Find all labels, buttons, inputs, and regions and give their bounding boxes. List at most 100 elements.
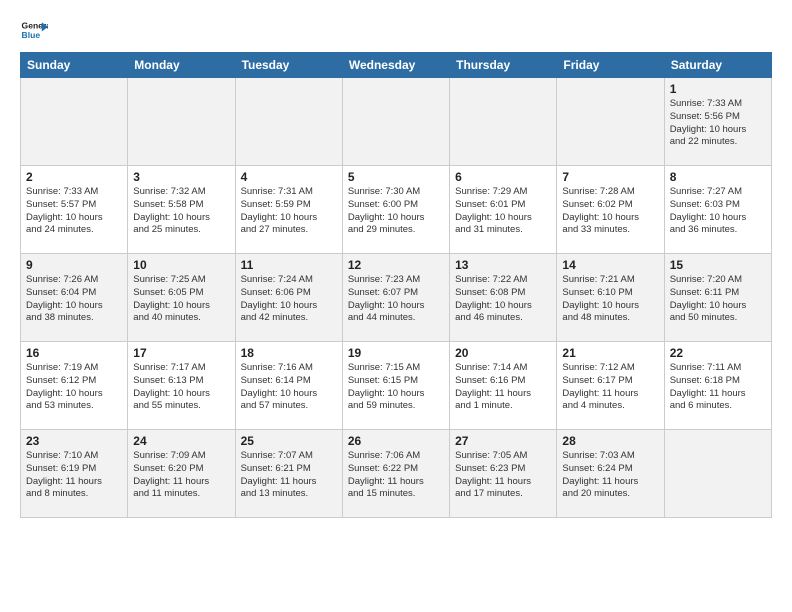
day-info: Sunrise: 7:26 AMSunset: 6:04 PMDaylight:… bbox=[26, 274, 122, 325]
day-info: Sunrise: 7:27 AMSunset: 6:03 PMDaylight:… bbox=[670, 186, 766, 237]
day-number: 8 bbox=[670, 170, 766, 184]
weekday-sunday: Sunday bbox=[21, 53, 128, 78]
day-info: Sunrise: 7:19 AMSunset: 6:12 PMDaylight:… bbox=[26, 362, 122, 413]
day-number: 9 bbox=[26, 258, 122, 272]
day-number: 24 bbox=[133, 434, 229, 448]
day-info: Sunrise: 7:29 AMSunset: 6:01 PMDaylight:… bbox=[455, 186, 551, 237]
day-info: Sunrise: 7:32 AMSunset: 5:58 PMDaylight:… bbox=[133, 186, 229, 237]
day-info: Sunrise: 7:17 AMSunset: 6:13 PMDaylight:… bbox=[133, 362, 229, 413]
calendar-cell: 17 Sunrise: 7:17 AMSunset: 6:13 PMDayligh… bbox=[128, 342, 235, 430]
day-number: 1 bbox=[670, 82, 766, 96]
day-info: Sunrise: 7:14 AMSunset: 6:16 PMDaylight:… bbox=[455, 362, 551, 413]
calendar-cell bbox=[342, 78, 449, 166]
weekday-monday: Monday bbox=[128, 53, 235, 78]
day-info: Sunrise: 7:20 AMSunset: 6:11 PMDaylight:… bbox=[670, 274, 766, 325]
day-number: 4 bbox=[241, 170, 337, 184]
calendar-cell: 11 Sunrise: 7:24 AMSunset: 6:06 PMDayligh… bbox=[235, 254, 342, 342]
calendar-cell: 23 Sunrise: 7:10 AMSunset: 6:19 PMDayligh… bbox=[21, 430, 128, 518]
day-number: 6 bbox=[455, 170, 551, 184]
day-info: Sunrise: 7:30 AMSunset: 6:00 PMDaylight:… bbox=[348, 186, 444, 237]
day-number: 7 bbox=[562, 170, 658, 184]
day-number: 21 bbox=[562, 346, 658, 360]
day-number: 14 bbox=[562, 258, 658, 272]
day-info: Sunrise: 7:03 AMSunset: 6:24 PMDaylight:… bbox=[562, 450, 658, 501]
week-row-1: 1Sunrise: 7:33 AMSunset: 5:56 PMDaylight… bbox=[21, 78, 772, 166]
day-number: 20 bbox=[455, 346, 551, 360]
day-info: Sunrise: 7:31 AMSunset: 5:59 PMDaylight:… bbox=[241, 186, 337, 237]
day-info: Sunrise: 7:22 AMSunset: 6:08 PMDaylight:… bbox=[455, 274, 551, 325]
calendar-cell: 22 Sunrise: 7:11 AMSunset: 6:18 PMDayligh… bbox=[664, 342, 771, 430]
calendar-cell: 14 Sunrise: 7:21 AMSunset: 6:10 PMDayligh… bbox=[557, 254, 664, 342]
day-number: 18 bbox=[241, 346, 337, 360]
weekday-wednesday: Wednesday bbox=[342, 53, 449, 78]
day-info: Sunrise: 7:12 AMSunset: 6:17 PMDaylight:… bbox=[562, 362, 658, 413]
calendar-cell: 8 Sunrise: 7:27 AMSunset: 6:03 PMDaylight… bbox=[664, 166, 771, 254]
day-number: 15 bbox=[670, 258, 766, 272]
day-info: Sunrise: 7:33 AMSunset: 5:57 PMDaylight:… bbox=[26, 186, 122, 237]
day-info: Sunrise: 7:09 AMSunset: 6:20 PMDaylight:… bbox=[133, 450, 229, 501]
day-info: Sunrise: 7:11 AMSunset: 6:18 PMDaylight:… bbox=[670, 362, 766, 413]
header: General Blue bbox=[20, 16, 772, 44]
day-number: 3 bbox=[133, 170, 229, 184]
day-info: Sunrise: 7:25 AMSunset: 6:05 PMDaylight:… bbox=[133, 274, 229, 325]
page: General Blue SundayMondayTuesdayWednesda… bbox=[0, 0, 792, 528]
calendar-cell: 21 Sunrise: 7:12 AMSunset: 6:17 PMDayligh… bbox=[557, 342, 664, 430]
calendar-cell: 27 Sunrise: 7:05 AMSunset: 6:23 PMDayligh… bbox=[450, 430, 557, 518]
calendar-cell: 6 Sunrise: 7:29 AMSunset: 6:01 PMDaylight… bbox=[450, 166, 557, 254]
calendar-cell: 13 Sunrise: 7:22 AMSunset: 6:08 PMDayligh… bbox=[450, 254, 557, 342]
calendar-cell: 15 Sunrise: 7:20 AMSunset: 6:11 PMDayligh… bbox=[664, 254, 771, 342]
day-number: 12 bbox=[348, 258, 444, 272]
day-info: Sunrise: 7:24 AMSunset: 6:06 PMDaylight:… bbox=[241, 274, 337, 325]
calendar-cell: 1Sunrise: 7:33 AMSunset: 5:56 PMDaylight… bbox=[664, 78, 771, 166]
day-number: 27 bbox=[455, 434, 551, 448]
calendar-cell: 2 Sunrise: 7:33 AMSunset: 5:57 PMDaylight… bbox=[21, 166, 128, 254]
week-row-5: 23 Sunrise: 7:10 AMSunset: 6:19 PMDayligh… bbox=[21, 430, 772, 518]
day-info: Sunrise: 7:10 AMSunset: 6:19 PMDaylight:… bbox=[26, 450, 122, 501]
calendar-cell: 18 Sunrise: 7:16 AMSunset: 6:14 PMDayligh… bbox=[235, 342, 342, 430]
weekday-friday: Friday bbox=[557, 53, 664, 78]
day-number: 22 bbox=[670, 346, 766, 360]
calendar-cell bbox=[235, 78, 342, 166]
calendar-cell: 19Sunrise: 7:15 AMSunset: 6:15 PMDayligh… bbox=[342, 342, 449, 430]
day-number: 13 bbox=[455, 258, 551, 272]
day-info: Sunrise: 7:28 AMSunset: 6:02 PMDaylight:… bbox=[562, 186, 658, 237]
day-number: 16 bbox=[26, 346, 122, 360]
week-row-2: 2 Sunrise: 7:33 AMSunset: 5:57 PMDaylight… bbox=[21, 166, 772, 254]
calendar-cell: 5Sunrise: 7:30 AMSunset: 6:00 PMDaylight… bbox=[342, 166, 449, 254]
day-number: 28 bbox=[562, 434, 658, 448]
logo-icon: General Blue bbox=[20, 16, 48, 44]
calendar-cell bbox=[21, 78, 128, 166]
day-number: 25 bbox=[241, 434, 337, 448]
calendar-cell: 4 Sunrise: 7:31 AMSunset: 5:59 PMDaylight… bbox=[235, 166, 342, 254]
day-info: Sunrise: 7:16 AMSunset: 6:14 PMDaylight:… bbox=[241, 362, 337, 413]
calendar-cell: 10 Sunrise: 7:25 AMSunset: 6:05 PMDayligh… bbox=[128, 254, 235, 342]
day-info: Sunrise: 7:23 AMSunset: 6:07 PMDaylight:… bbox=[348, 274, 444, 325]
calendar-cell: 28 Sunrise: 7:03 AMSunset: 6:24 PMDayligh… bbox=[557, 430, 664, 518]
calendar-cell: 25 Sunrise: 7:07 AMSunset: 6:21 PMDayligh… bbox=[235, 430, 342, 518]
day-number: 2 bbox=[26, 170, 122, 184]
day-number: 23 bbox=[26, 434, 122, 448]
weekday-header-row: SundayMondayTuesdayWednesdayThursdayFrid… bbox=[21, 53, 772, 78]
calendar-cell: 16 Sunrise: 7:19 AMSunset: 6:12 PMDayligh… bbox=[21, 342, 128, 430]
day-number: 11 bbox=[241, 258, 337, 272]
weekday-tuesday: Tuesday bbox=[235, 53, 342, 78]
calendar-cell: 3 Sunrise: 7:32 AMSunset: 5:58 PMDaylight… bbox=[128, 166, 235, 254]
day-info: Sunrise: 7:05 AMSunset: 6:23 PMDaylight:… bbox=[455, 450, 551, 501]
day-info: Sunrise: 7:15 AMSunset: 6:15 PMDaylight:… bbox=[348, 362, 444, 413]
day-number: 10 bbox=[133, 258, 229, 272]
calendar-cell: 7 Sunrise: 7:28 AMSunset: 6:02 PMDaylight… bbox=[557, 166, 664, 254]
calendar-cell: 20 Sunrise: 7:14 AMSunset: 6:16 PMDayligh… bbox=[450, 342, 557, 430]
day-number: 17 bbox=[133, 346, 229, 360]
calendar-cell: 26Sunrise: 7:06 AMSunset: 6:22 PMDayligh… bbox=[342, 430, 449, 518]
day-number: 26 bbox=[348, 434, 444, 448]
calendar-cell bbox=[450, 78, 557, 166]
day-info: Sunrise: 7:07 AMSunset: 6:21 PMDaylight:… bbox=[241, 450, 337, 501]
day-info: Sunrise: 7:21 AMSunset: 6:10 PMDaylight:… bbox=[562, 274, 658, 325]
calendar-table: SundayMondayTuesdayWednesdayThursdayFrid… bbox=[20, 52, 772, 518]
calendar-cell bbox=[557, 78, 664, 166]
weekday-saturday: Saturday bbox=[664, 53, 771, 78]
weekday-thursday: Thursday bbox=[450, 53, 557, 78]
calendar-cell: 24 Sunrise: 7:09 AMSunset: 6:20 PMDayligh… bbox=[128, 430, 235, 518]
calendar-cell: 12 Sunrise: 7:23 AMSunset: 6:07 PMDayligh… bbox=[342, 254, 449, 342]
calendar-cell bbox=[664, 430, 771, 518]
